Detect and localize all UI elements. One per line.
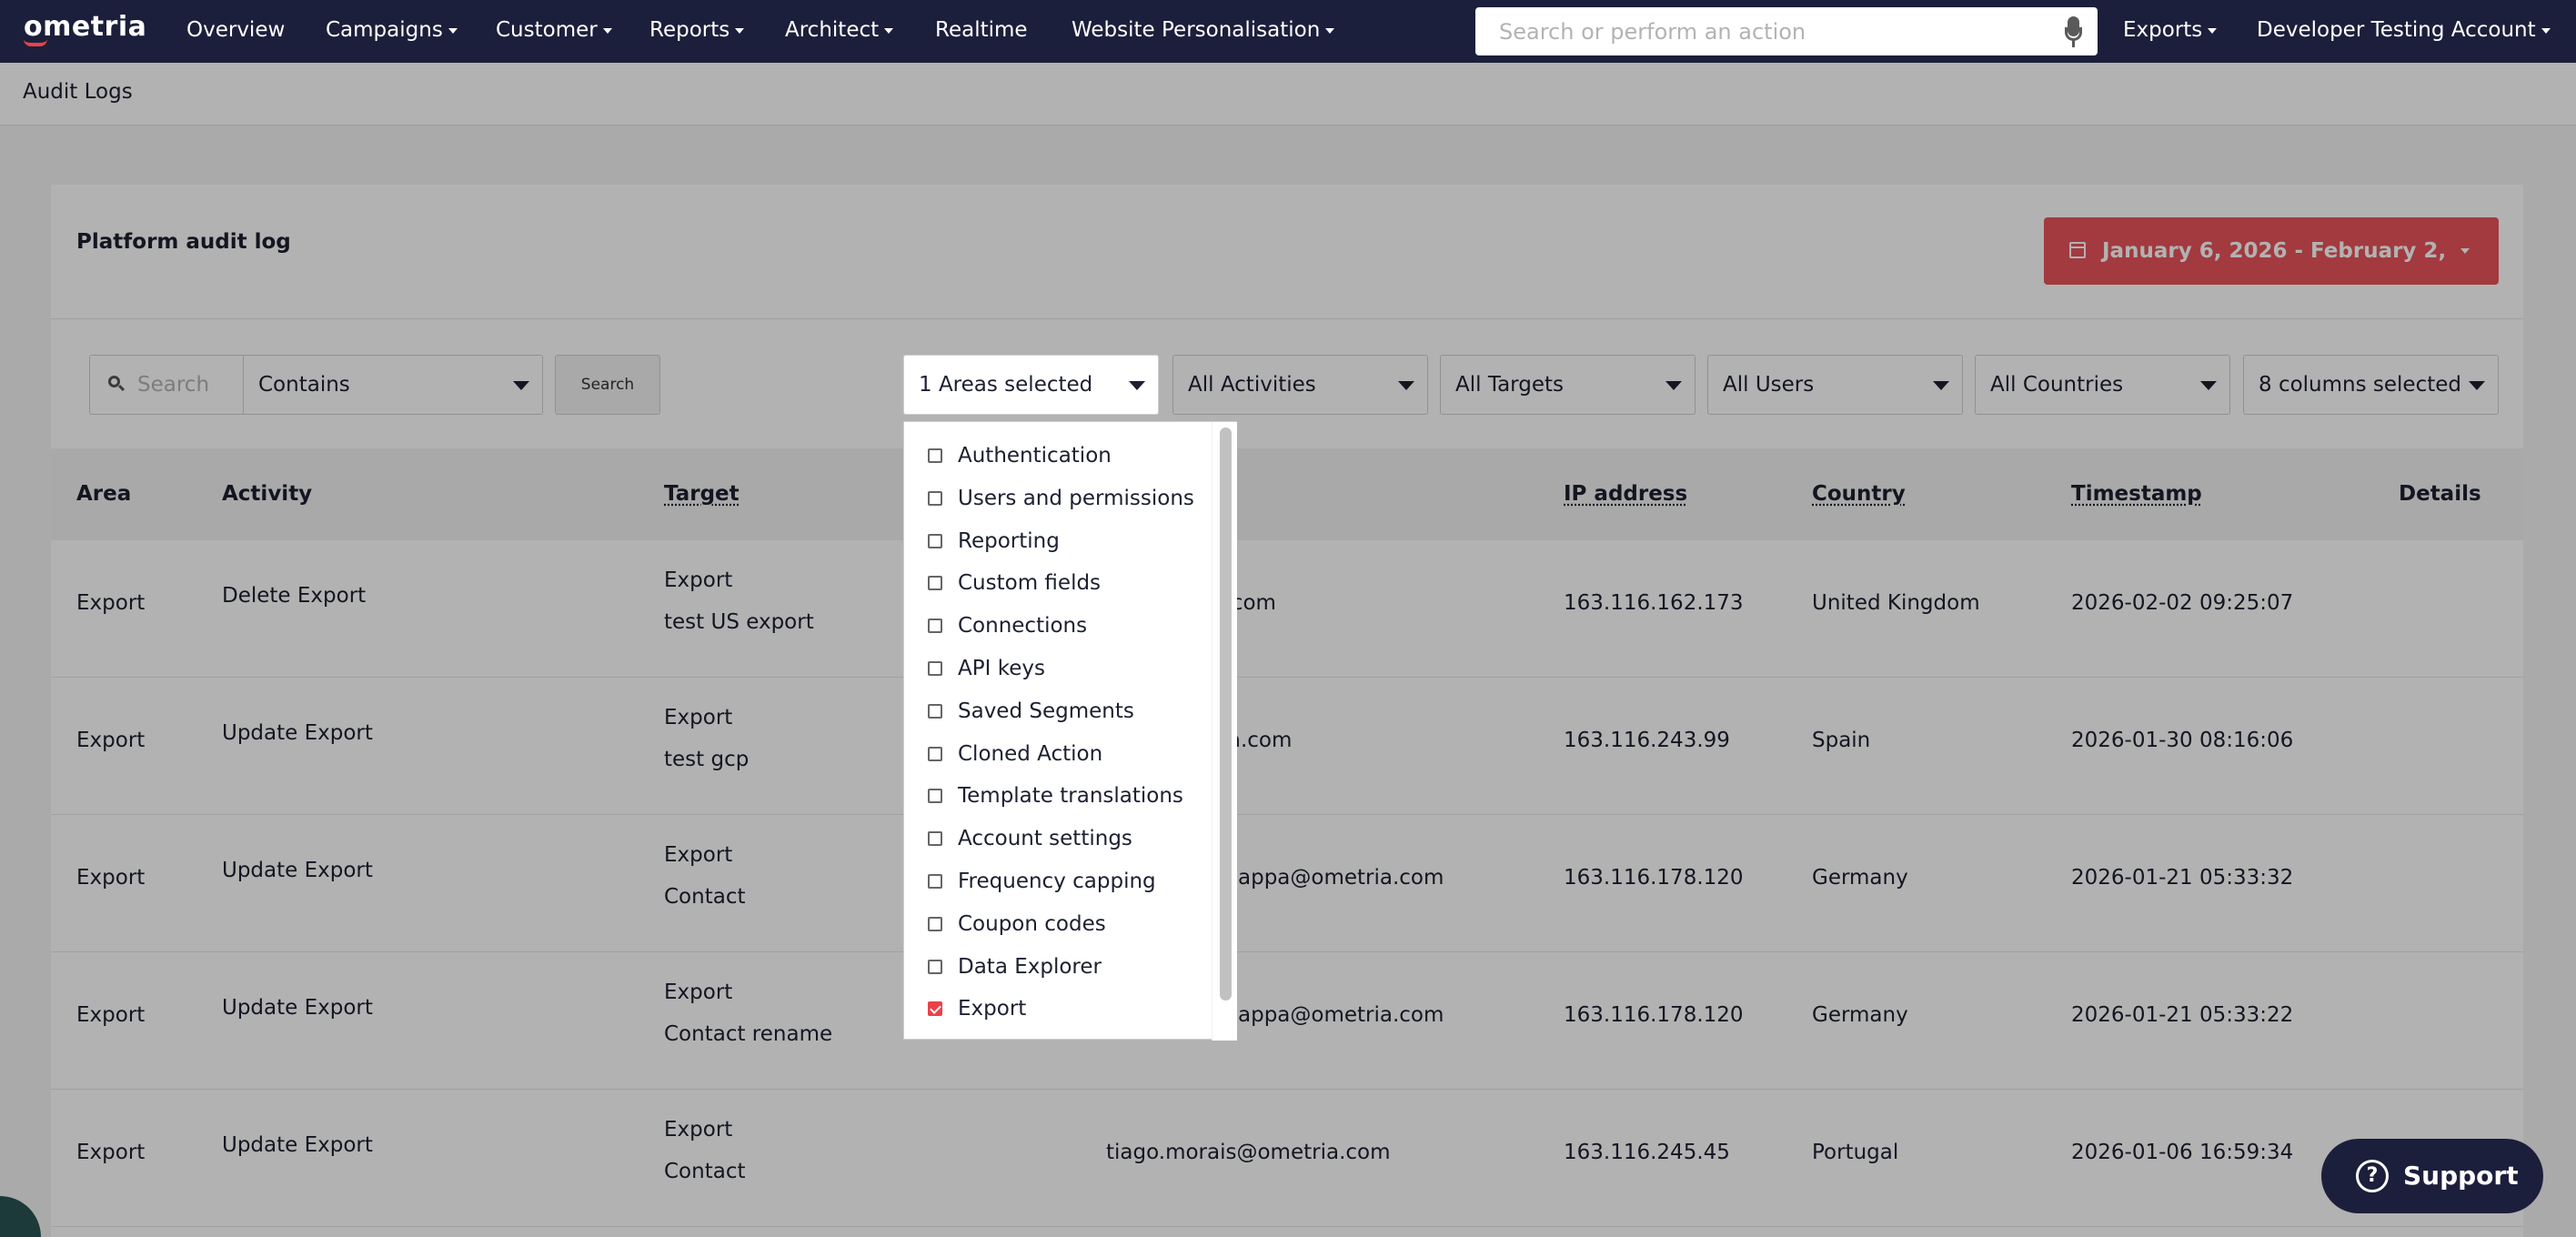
area-option[interactable]: Saved Segments bbox=[904, 691, 1212, 733]
area-option-label: Authentication bbox=[958, 444, 1112, 468]
area-option[interactable]: Users and permissions bbox=[904, 478, 1212, 520]
area-option-label: Reporting bbox=[958, 528, 1060, 553]
chevron-down-icon bbox=[448, 27, 458, 34]
chevron-down-icon bbox=[2541, 27, 2551, 34]
area-option[interactable]: Account settings bbox=[904, 819, 1212, 860]
checkbox[interactable] bbox=[928, 533, 942, 548]
checkbox[interactable] bbox=[928, 703, 942, 719]
nav-website-personalisation-label: Website Personalisation bbox=[1072, 18, 1321, 42]
support-label: Support bbox=[2403, 1161, 2519, 1191]
checkbox[interactable] bbox=[928, 874, 942, 889]
nav-customer-label: Customer bbox=[496, 18, 598, 42]
area-option[interactable]: Connections bbox=[904, 606, 1212, 648]
area-option-label: Template translations bbox=[958, 784, 1183, 809]
area-option[interactable]: Template translations bbox=[904, 776, 1212, 818]
area-option[interactable]: Coupon codes bbox=[904, 904, 1212, 946]
areas-select[interactable]: 1 Areas selected bbox=[903, 355, 1159, 415]
areas-dropdown-menu: Authentication Users and permissions Repor… bbox=[903, 421, 1237, 1041]
account-menu[interactable]: Developer Testing Account bbox=[2257, 0, 2551, 63]
area-option[interactable]: Custom fields bbox=[904, 563, 1212, 605]
nav-architect-label: Architect bbox=[785, 18, 880, 42]
chevron-down-icon bbox=[602, 27, 612, 34]
chevron-down-icon bbox=[1325, 27, 1335, 34]
area-option-label: API keys bbox=[958, 657, 1045, 680]
scrollbar-thumb[interactable] bbox=[1220, 427, 1232, 1001]
nav-exports-label: Exports bbox=[2123, 18, 2203, 42]
checkbox[interactable] bbox=[928, 916, 942, 931]
top-navbar: ometria Overview Campaigns Customer Repo… bbox=[0, 0, 2576, 63]
area-option[interactable]: Frequency capping bbox=[904, 861, 1212, 903]
checkbox[interactable] bbox=[928, 576, 942, 591]
nav-realtime[interactable]: Realtime bbox=[935, 0, 1028, 63]
areas-options-list: Authentication Users and permissions Repor… bbox=[904, 422, 1212, 1041]
nav-exports[interactable]: Exports bbox=[2123, 0, 2218, 63]
checkbox[interactable] bbox=[928, 746, 942, 761]
area-option[interactable]: Authentication bbox=[904, 436, 1212, 478]
nav-website-personalisation[interactable]: Website Personalisation bbox=[1072, 0, 1335, 63]
scrollbar[interactable] bbox=[1212, 422, 1237, 1041]
chevron-down-icon bbox=[735, 27, 745, 34]
area-option-label: Coupon codes bbox=[958, 911, 1106, 936]
nav-architect[interactable]: Architect bbox=[785, 0, 894, 63]
dropdown-arrow-icon bbox=[1129, 381, 1145, 390]
chevron-down-icon bbox=[2208, 27, 2218, 34]
checkbox[interactable] bbox=[928, 490, 942, 506]
area-option-label: Data Explorer bbox=[958, 954, 1102, 979]
area-option[interactable]: Export bbox=[904, 989, 1212, 1031]
logo-swoosh-icon bbox=[24, 39, 47, 46]
nav-reports-label: Reports bbox=[649, 18, 730, 42]
checkbox[interactable] bbox=[928, 661, 942, 676]
area-option-label: Saved Segments bbox=[958, 699, 1134, 723]
nav-reports[interactable]: Reports bbox=[649, 0, 745, 63]
account-name: Developer Testing Account bbox=[2257, 18, 2536, 42]
area-option[interactable]: API keys bbox=[904, 649, 1212, 690]
area-option-label: Frequency capping bbox=[958, 870, 1156, 893]
area-option[interactable]: Data Explorer bbox=[904, 947, 1212, 989]
checkbox[interactable] bbox=[928, 448, 942, 463]
area-option-label: Connections bbox=[958, 614, 1088, 639]
nav-campaigns-label: Campaigns bbox=[326, 18, 443, 42]
area-option-label: Account settings bbox=[958, 827, 1132, 851]
microphone-icon[interactable] bbox=[2065, 16, 2082, 47]
checkbox[interactable] bbox=[928, 959, 942, 974]
nav-overview-label: Overview bbox=[186, 18, 286, 42]
global-search-input[interactable] bbox=[1475, 7, 2039, 55]
global-search bbox=[1475, 7, 2098, 55]
nav-customer[interactable]: Customer bbox=[496, 0, 612, 63]
area-option-label: Custom fields bbox=[958, 571, 1102, 596]
area-option[interactable]: Reporting bbox=[904, 521, 1212, 563]
checkbox[interactable] bbox=[928, 831, 942, 847]
logo-text: ometria bbox=[24, 11, 147, 43]
nav-realtime-label: Realtime bbox=[935, 18, 1028, 42]
question-circle-icon: ? bbox=[2356, 1160, 2389, 1192]
chevron-down-icon bbox=[884, 27, 894, 34]
areas-value: 1 Areas selected bbox=[919, 373, 1093, 397]
checkbox[interactable] bbox=[928, 789, 942, 804]
ometria-logo[interactable]: ometria bbox=[24, 11, 147, 46]
area-option[interactable]: Cloned Action bbox=[904, 734, 1212, 776]
area-option-label: Export bbox=[958, 997, 1027, 1021]
support-button[interactable]: ? Support bbox=[2321, 1139, 2543, 1213]
nav-campaigns[interactable]: Campaigns bbox=[326, 0, 458, 63]
modal-backdrop[interactable] bbox=[0, 63, 2576, 1237]
checkbox[interactable] bbox=[928, 618, 942, 634]
nav-overview[interactable]: Overview bbox=[186, 0, 285, 63]
area-option-label: Cloned Action bbox=[958, 741, 1103, 766]
checkbox-checked[interactable] bbox=[928, 1001, 942, 1017]
area-option-label: Users and permissions bbox=[958, 486, 1194, 510]
